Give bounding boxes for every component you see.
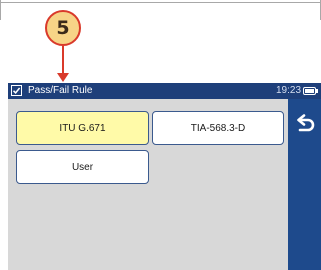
clock-time: 19:23 <box>276 85 302 96</box>
rule-button-label: User <box>71 161 94 173</box>
battery-tip <box>316 89 318 93</box>
battery-icon <box>303 87 316 95</box>
page: 5 Pass/Fail Rule 19:23 ITU G.671 TIA-568… <box>0 0 321 270</box>
rule-button-label: ITU G.671 <box>59 122 106 134</box>
callout-arrow-icon <box>57 73 69 82</box>
checkbox-icon <box>11 85 22 96</box>
device-frame-top <box>0 0 320 3</box>
step-number: 5 <box>56 17 70 39</box>
battery-level-fill <box>305 89 314 93</box>
rule-button-user[interactable]: User <box>16 150 149 184</box>
device-screen: Pass/Fail Rule 19:23 ITU G.671 TIA-568.3… <box>8 83 321 270</box>
back-arrow-icon <box>297 114 315 132</box>
title-bar: Pass/Fail Rule 19:23 <box>8 83 321 99</box>
page-title: Pass/Fail Rule <box>28 85 93 96</box>
callout-pointer-line <box>62 46 64 74</box>
rule-button-tia-568-3-d[interactable]: TIA-568.3-D <box>152 111 284 145</box>
rule-button-label: TIA-568.3-D <box>190 122 246 134</box>
rule-selection-area: ITU G.671 TIA-568.3-D User <box>8 99 288 270</box>
right-sidebar <box>288 99 321 270</box>
device-frame-left <box>0 0 1 20</box>
step-callout: 5 <box>45 10 81 46</box>
back-button[interactable] <box>292 111 318 137</box>
rule-button-itu-g671[interactable]: ITU G.671 <box>16 111 149 145</box>
